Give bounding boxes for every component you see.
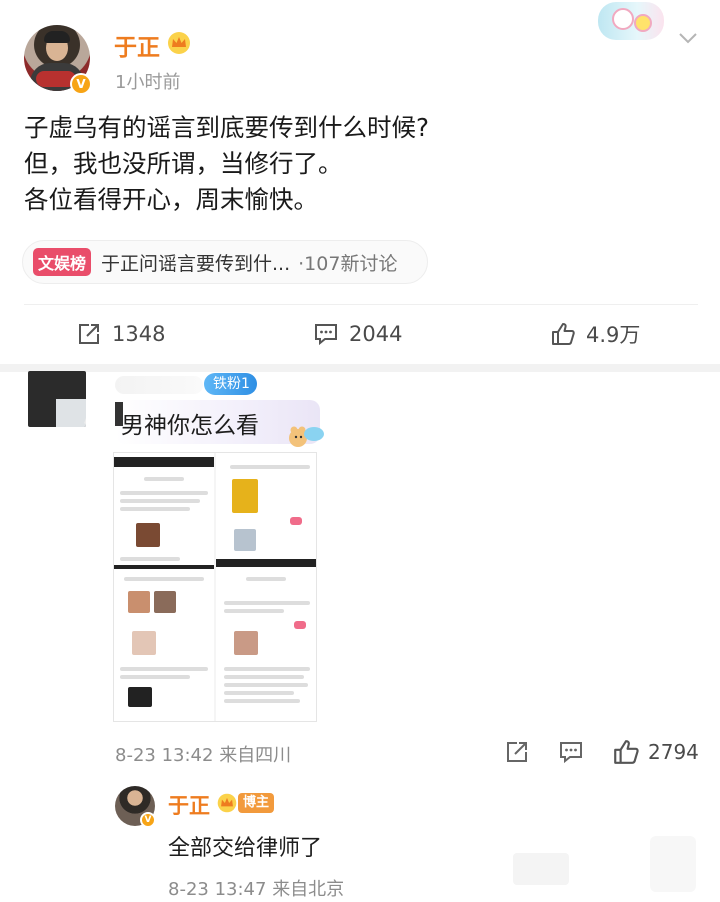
fan-badge: 铁粉1: [204, 373, 257, 395]
screenshot-line: [120, 491, 208, 495]
screenshot-line: [224, 675, 304, 679]
screenshot-line: [144, 477, 184, 481]
verified-badge-icon: V: [140, 812, 156, 828]
comment-button[interactable]: 2044: [313, 318, 402, 350]
faded-overlay: [513, 853, 569, 885]
commenter-name-blurred[interactable]: [115, 376, 203, 394]
topic-link[interactable]: 文娱榜 于正问谣言要传到什... ·107新讨论: [22, 240, 428, 284]
screenshot-line: [230, 465, 310, 469]
screenshot-line: [224, 667, 310, 671]
post-line: 子虚乌有的谣言到底要传到什么时候?: [24, 113, 430, 142]
comment-count: 2044: [349, 322, 403, 346]
crown-icon: [168, 32, 190, 54]
bubble-sticker-icon: [289, 426, 324, 447]
screenshot-line: [224, 691, 294, 695]
like-icon: [614, 740, 639, 764]
screenshot-photo: [128, 591, 150, 613]
screenshot-photo: [136, 523, 160, 547]
reply-meta: 8-23 13:47 来自北京: [168, 875, 344, 901]
screenshot-line: [120, 499, 200, 503]
comment-like-button[interactable]: 2794: [612, 737, 699, 767]
comment-meta: 8-23 13:42 来自四川: [115, 741, 291, 767]
comment-screenshot-image[interactable]: [113, 452, 317, 722]
screenshot-photo: [128, 687, 152, 707]
like-icon: [552, 323, 575, 345]
screenshot-column: [216, 453, 316, 721]
screenshot-photo: [234, 631, 258, 655]
divider: [24, 304, 698, 305]
reply-date: 8-23 13:47: [168, 879, 267, 900]
decorative-sticker: [598, 2, 664, 40]
screenshot-line: [224, 683, 308, 687]
post-body: 子虚乌有的谣言到底要传到什么时候? 但，我也没所谓，当修行了。 各位看得开心，周…: [24, 110, 704, 218]
weibo-post: V 于正 1小时前 子虚乌有的谣言到底要传到什么时候? 但，我也没所谓，当修行了…: [0, 0, 720, 372]
screenshot-line: [124, 577, 204, 581]
commenter-avatar[interactable]: [28, 371, 86, 427]
comment-icon[interactable]: [558, 739, 584, 765]
share-button[interactable]: 1348: [76, 318, 165, 350]
avatar-light-block: [56, 399, 86, 427]
reply-author-name[interactable]: 于正: [168, 790, 210, 820]
sticker-face-right: [634, 14, 652, 32]
share-icon[interactable]: [504, 739, 530, 765]
screenshot-header: [114, 457, 214, 467]
comment-icon: [315, 324, 337, 346]
post-action-bar: 1348 2044 4.9万: [0, 314, 720, 354]
screenshot-line: [246, 577, 286, 581]
screenshot-line: [224, 699, 300, 703]
like-button[interactable]: 4.9万: [550, 318, 640, 350]
screenshot-photo: [234, 529, 256, 551]
topic-tag: 文娱榜: [33, 248, 92, 276]
topic-count: ·107新讨论: [298, 252, 398, 275]
chevron-down-icon[interactable]: [677, 27, 699, 49]
post-line: 但，我也没所谓，当修行了。: [24, 149, 343, 178]
comment-like-count: 2794: [648, 740, 699, 764]
screenshot-line: [120, 507, 190, 511]
screenshot-tag: [290, 517, 302, 525]
screenshot-divider: [114, 565, 214, 569]
topic-title: 于正问谣言要传到什...: [101, 252, 291, 275]
sticker-face-left: [612, 8, 634, 30]
author-name[interactable]: 于正: [114, 28, 160, 62]
blogger-badge: 博主: [238, 793, 275, 813]
comment-text: 男神你怎么看: [121, 413, 259, 439]
screenshot-header: [216, 559, 316, 567]
like-count: 4.9万: [586, 323, 641, 347]
reply-location: 来自北京: [272, 879, 345, 900]
comment-date: 8-23 13:42: [115, 745, 214, 766]
screenshot-tag: [294, 621, 306, 629]
share-icon: [79, 324, 99, 344]
verified-badge-icon: V: [70, 73, 92, 95]
reply-text: 全部交给律师了: [168, 836, 323, 861]
screenshot-photo: [154, 591, 176, 613]
avatar-hair-shape: [44, 31, 70, 43]
screenshot-line: [120, 557, 180, 561]
section-divider: [0, 364, 720, 372]
screenshot-line: [120, 675, 190, 679]
post-line: 各位看得开心，周末愉快。: [24, 185, 318, 214]
comment-location: 来自四川: [219, 745, 292, 766]
crown-icon: [217, 793, 237, 813]
screenshot-line: [224, 609, 284, 613]
screenshot-column: [114, 453, 214, 721]
faded-overlay: [650, 836, 696, 892]
screenshot-photo: [132, 631, 156, 655]
screenshot-line: [120, 667, 208, 671]
share-count: 1348: [112, 322, 166, 346]
screenshot-line: [224, 601, 310, 605]
screenshot-photo: [232, 479, 258, 513]
post-time: 1小时前: [115, 72, 181, 93]
